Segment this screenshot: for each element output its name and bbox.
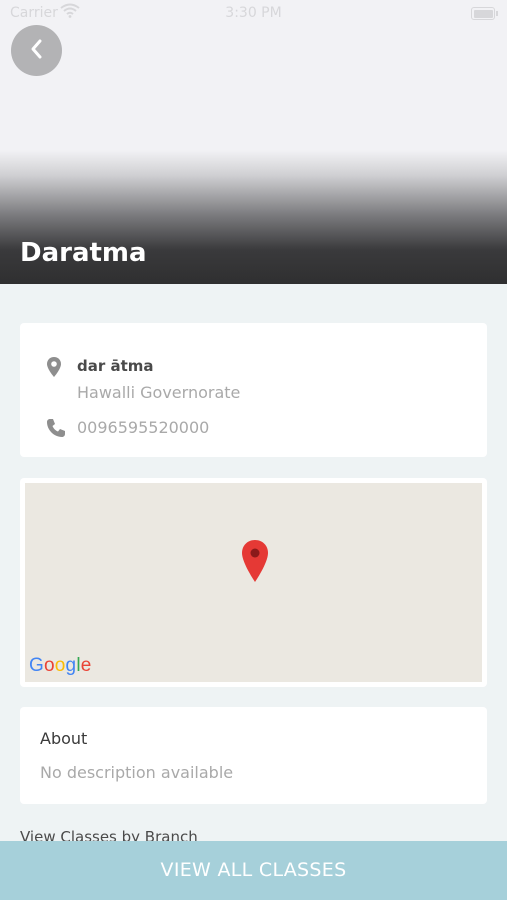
map-card: Google bbox=[20, 478, 487, 687]
page-title: Daratma bbox=[20, 238, 147, 268]
about-card: About No description available bbox=[20, 707, 487, 804]
about-description: No description available bbox=[40, 763, 234, 782]
battery-icon bbox=[471, 7, 498, 20]
venue-phone[interactable]: 0096595520000 bbox=[77, 418, 209, 437]
back-button[interactable] bbox=[11, 25, 62, 76]
chevron-left-icon bbox=[28, 38, 46, 64]
location-pin-icon bbox=[46, 356, 62, 382]
map-pin-icon[interactable] bbox=[241, 539, 269, 587]
info-card: dar ātma Hawalli Governorate 00965955200… bbox=[20, 323, 487, 457]
clock: 3:30 PM bbox=[225, 5, 282, 21]
status-bar: Carrier 3:30 PM bbox=[0, 0, 507, 26]
map-view[interactable]: Google bbox=[25, 483, 482, 682]
google-logo: Google bbox=[29, 655, 92, 676]
about-title: About bbox=[40, 729, 88, 748]
phone-icon bbox=[46, 418, 66, 442]
venue-address: Hawalli Governorate bbox=[77, 383, 241, 402]
view-all-classes-button[interactable]: VIEW ALL CLASSES bbox=[0, 841, 507, 900]
venue-name: dar ātma bbox=[77, 357, 154, 375]
